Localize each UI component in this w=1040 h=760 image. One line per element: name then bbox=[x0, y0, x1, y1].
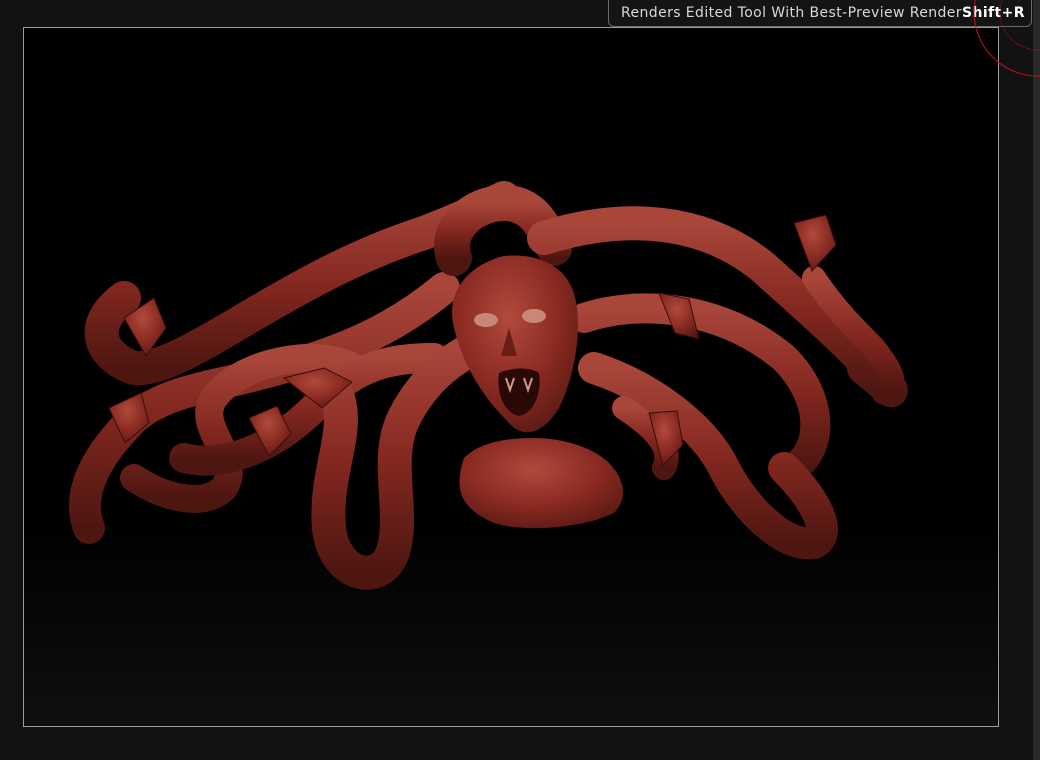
medusa-sculpt-render[interactable] bbox=[24, 28, 999, 727]
snake-right-lower bbox=[578, 352, 838, 560]
document-canvas[interactable] bbox=[23, 27, 999, 727]
navigation-gizmo-icon[interactable] bbox=[960, 0, 1040, 80]
tooltip-description: Renders Edited Tool With Best-Preview Re… bbox=[621, 4, 962, 21]
right-shelf-edge bbox=[1033, 0, 1040, 760]
zbrush-workspace: Renders Edited Tool With Best-Preview Re… bbox=[0, 0, 1040, 760]
medusa-head bbox=[452, 255, 624, 529]
snake-head-6 bbox=[793, 214, 837, 272]
